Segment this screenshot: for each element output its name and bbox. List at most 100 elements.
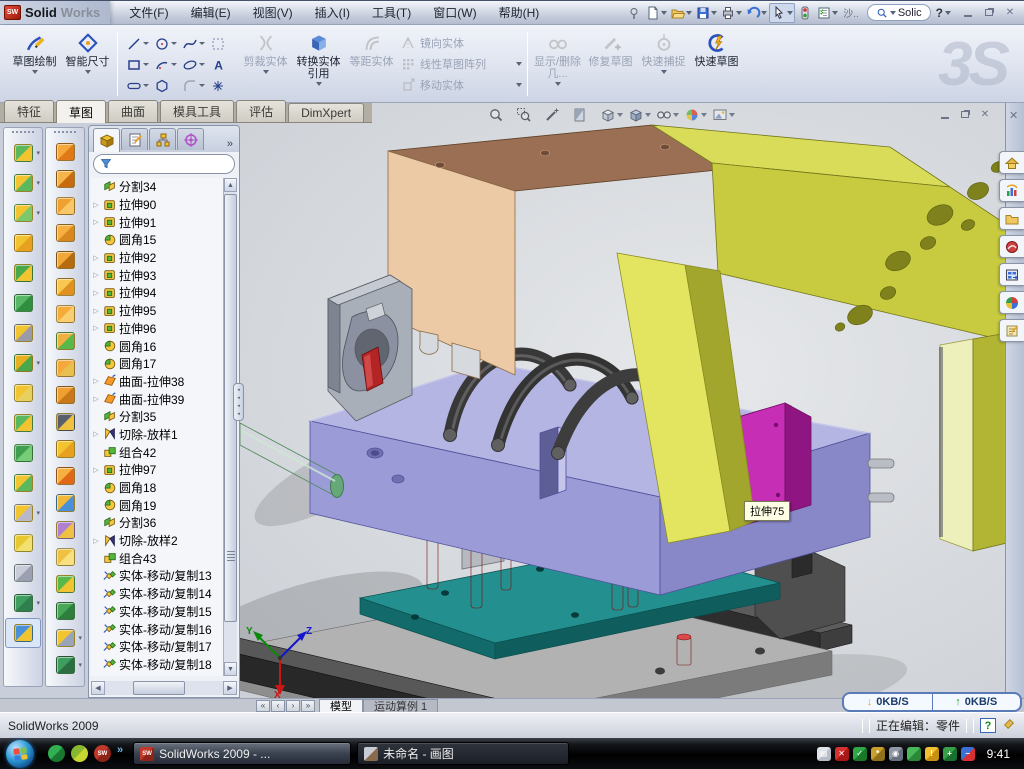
- search-input[interactable]: Solic: [898, 7, 922, 19]
- dropdown-caret-icon[interactable]: [701, 113, 707, 117]
- linear-sketch-pattern-button[interactable]: 线性草图阵列: [400, 55, 522, 73]
- expand-icon[interactable]: ▷: [91, 201, 101, 209]
- tool-button[interactable]: ▾: [47, 138, 83, 165]
- expand-icon[interactable]: ▷: [91, 307, 101, 315]
- polygon-button[interactable]: [151, 75, 179, 96]
- tree-item[interactable]: ▷ 实体-移动/复制17: [91, 638, 223, 656]
- tree-horizontal-scrollbar[interactable]: ◀ ▶: [91, 681, 237, 695]
- dropdown-caret-icon[interactable]: [729, 113, 735, 117]
- menu-item[interactable]: 视图(V): [242, 1, 304, 24]
- tool-button[interactable]: ▾: [5, 528, 41, 558]
- tab-features[interactable]: 特征: [4, 100, 54, 122]
- new-document-button[interactable]: [644, 4, 668, 22]
- tree-item[interactable]: ▷ 拉伸94: [91, 284, 223, 302]
- 3d-model[interactable]: Y Z X: [240, 103, 1005, 698]
- apply-scene-icon[interactable]: [710, 105, 737, 125]
- tool-button[interactable]: ▾: [47, 381, 83, 408]
- taskpane-tab-resources[interactable]: [999, 151, 1024, 174]
- expand-icon[interactable]: ▷: [91, 395, 101, 403]
- tool-button[interactable]: ▾: [5, 408, 41, 438]
- taskbar-task[interactable]: SW SolidWorks 2009 - ...: [133, 742, 351, 765]
- antivirus-icon[interactable]: ✕: [835, 747, 849, 761]
- tool-button[interactable]: ▾: [47, 354, 83, 381]
- propertymanager-tab[interactable]: [121, 128, 148, 150]
- tool-button[interactable]: ▾: [47, 246, 83, 273]
- tree-item[interactable]: ▷ 实体-移动/复制15: [91, 603, 223, 621]
- dropdown-caret-icon[interactable]: [199, 42, 205, 45]
- select-button[interactable]: [769, 3, 795, 23]
- dropdown-caret-icon[interactable]: ▾: [36, 149, 40, 157]
- ellipse-button[interactable]: [179, 54, 207, 75]
- tool-button[interactable]: ▾: [47, 624, 83, 651]
- expand-icon[interactable]: ▷: [91, 430, 101, 438]
- warning-icon[interactable]: !: [925, 747, 939, 761]
- dropdown-caret-icon[interactable]: [32, 70, 38, 74]
- display-style-icon[interactable]: [626, 105, 653, 125]
- tool-button[interactable]: ▾: [5, 168, 41, 198]
- dropdown-caret-icon[interactable]: [673, 113, 679, 117]
- tree-item[interactable]: ▷ 分割35: [91, 408, 223, 426]
- rapid-sketch-button[interactable]: 快速草图: [690, 30, 743, 94]
- tool-button[interactable]: ▾: [47, 408, 83, 435]
- help-button[interactable]: ?: [936, 6, 951, 20]
- tool-button[interactable]: ▾: [5, 588, 41, 618]
- dropdown-caret-icon[interactable]: [85, 70, 91, 74]
- expand-icon[interactable]: ▷: [91, 254, 101, 262]
- tree-item[interactable]: ▷ 拉伸90: [91, 196, 223, 214]
- tree-item[interactable]: ▷ 切除-放样1: [91, 426, 223, 444]
- tool-button[interactable]: ▾: [47, 327, 83, 354]
- quicklaunch-messenger[interactable]: [48, 745, 65, 762]
- taskpane-tab-appearances[interactable]: [999, 291, 1024, 314]
- spline-button[interactable]: [179, 33, 207, 54]
- dropdown-caret-icon[interactable]: [171, 63, 177, 66]
- tool-button[interactable]: ▾: [47, 462, 83, 489]
- dropdown-caret-icon[interactable]: [171, 42, 177, 45]
- expand-icon[interactable]: ▷: [91, 218, 101, 226]
- panel-splitter[interactable]: ◂◂◂◂: [233, 383, 244, 421]
- tree-item[interactable]: ▷ 实体-移动/复制18: [91, 656, 223, 674]
- app-minimize-button[interactable]: [958, 5, 978, 20]
- tree-item[interactable]: ▷ 拉伸93: [91, 266, 223, 284]
- tags-icon[interactable]: [1002, 717, 1016, 734]
- hide-show-items-icon[interactable]: [654, 105, 681, 125]
- tool-button[interactable]: ▾: [47, 570, 83, 597]
- tool-button[interactable]: ▾: [5, 348, 41, 378]
- tab-scroll-button[interactable]: «: [256, 700, 270, 712]
- tree-item[interactable]: ▷ 拉伸91: [91, 213, 223, 231]
- tab-sketch[interactable]: 草图: [56, 100, 106, 123]
- convert-entities-button[interactable]: 转换实体引用: [292, 30, 345, 94]
- dropdown-caret-icon[interactable]: ▾: [36, 599, 40, 607]
- tree-item[interactable]: ▷ 组合42: [91, 443, 223, 461]
- tree-item[interactable]: ▷ 拉伸92: [91, 249, 223, 267]
- quick-tips-button[interactable]: ?: [980, 718, 996, 733]
- sketch-fillet-button[interactable]: [179, 75, 207, 96]
- zoom-fit-icon[interactable]: [486, 105, 513, 125]
- tool-button[interactable]: ▾: [5, 138, 41, 168]
- menu-item[interactable]: 文件(F): [118, 1, 179, 24]
- tree-item[interactable]: ▷ 拉伸97: [91, 461, 223, 479]
- dropdown-caret-icon[interactable]: ▾: [36, 359, 40, 367]
- dropdown-caret-icon[interactable]: [617, 113, 623, 117]
- start-button[interactable]: [6, 740, 34, 768]
- dropdown-caret-icon[interactable]: [263, 70, 269, 74]
- tool-button[interactable]: ▾: [47, 300, 83, 327]
- dropdown-caret-icon[interactable]: [516, 62, 522, 66]
- tool-button[interactable]: ▾: [47, 219, 83, 246]
- tree-item[interactable]: ▷ 分割34: [91, 178, 223, 196]
- messenger-icon[interactable]: −: [961, 747, 975, 761]
- tab-dimxpert[interactable]: DimXpert: [288, 103, 364, 122]
- mirror-entities-button[interactable]: 镜向实体: [400, 34, 522, 52]
- dropdown-caret-icon[interactable]: [661, 70, 667, 74]
- menu-item[interactable]: 工具(T): [361, 1, 422, 24]
- tool-button[interactable]: ▾: [5, 498, 41, 528]
- menu-item[interactable]: 帮助(H): [488, 1, 551, 24]
- tool-button[interactable]: ▾: [47, 435, 83, 462]
- tree-item[interactable]: ▷ 圆角16: [91, 337, 223, 355]
- dropdown-caret-icon[interactable]: [199, 63, 205, 66]
- magic-wand-icon[interactable]: [542, 105, 569, 125]
- taskpane-tab-file-explorer[interactable]: [999, 263, 1024, 286]
- app-close-button[interactable]: ✕: [1000, 5, 1020, 20]
- tree-item[interactable]: ▷ 拉伸95: [91, 302, 223, 320]
- dropdown-caret-icon[interactable]: [199, 84, 205, 87]
- motion-study-tab[interactable]: 运动算例 1: [363, 699, 438, 712]
